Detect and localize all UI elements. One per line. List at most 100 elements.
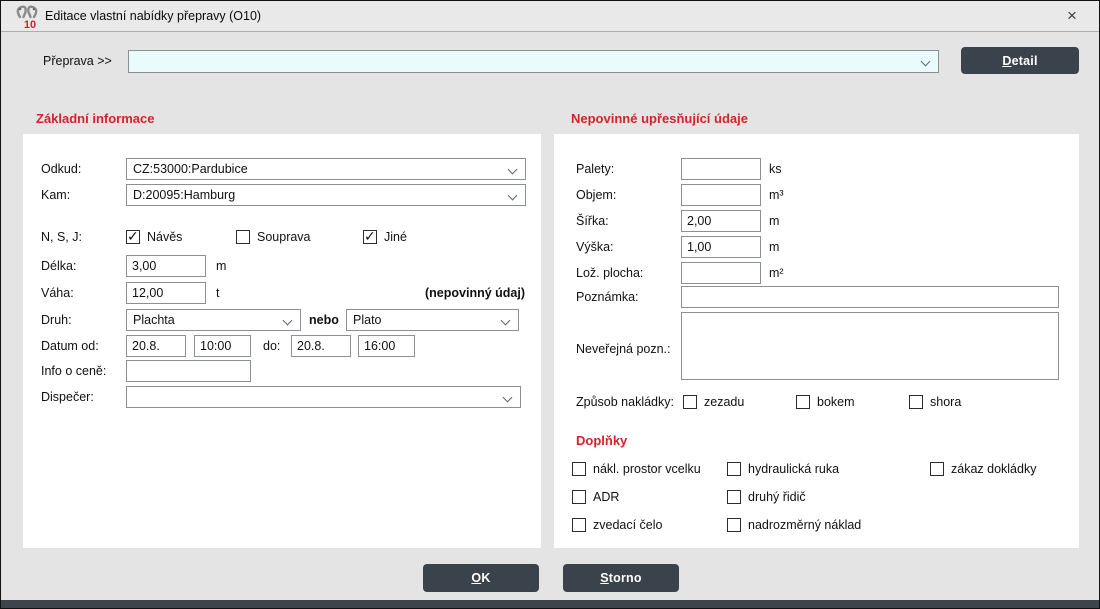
checkbox-icon[interactable]	[572, 462, 586, 476]
chevron-down-icon	[503, 393, 513, 403]
checkbox-nakl-prostor-vcelku[interactable]: nákl. prostor vcelku	[572, 460, 701, 478]
checkbox-label: Jiné	[384, 230, 407, 244]
basic-section-header: Základní informace	[36, 111, 154, 126]
basic-panel: Odkud: CZ:53000:Pardubice Kam: D:20095:H…	[23, 134, 541, 548]
checkbox-icon[interactable]	[727, 462, 741, 476]
datum-from-time-input[interactable]	[194, 335, 251, 357]
checkbox-adr[interactable]: ADR	[572, 488, 619, 506]
checkbox-label: nákl. prostor vcelku	[593, 462, 701, 476]
sirka-label: Šířka:	[576, 210, 609, 232]
datum-to-time-input[interactable]	[358, 335, 415, 357]
druh-or-label: nebo	[309, 309, 339, 331]
checkbox-label: zezadu	[704, 395, 744, 409]
checkbox-label: zákaz dokládky	[951, 462, 1036, 476]
checkbox-nadrozmerny-naklad[interactable]: nadrozměrný náklad	[727, 516, 861, 534]
datum-to-date-input[interactable]	[291, 335, 351, 357]
kam-value: D:20095:Hamburg	[133, 188, 235, 202]
nsj-label: N, S, J:	[41, 228, 82, 246]
chevron-down-icon	[501, 316, 511, 326]
cena-label: Info o ceně:	[41, 360, 106, 382]
neverejna-textarea[interactable]	[681, 312, 1059, 380]
chevron-down-icon	[283, 316, 293, 326]
checkbox-icon[interactable]	[126, 230, 140, 244]
poznamka-input[interactable]	[681, 286, 1059, 308]
checkbox-zezadu[interactable]: zezadu	[683, 393, 744, 411]
sirka-input[interactable]	[681, 210, 761, 232]
loz-plocha-unit: m²	[769, 262, 784, 284]
cena-input[interactable]	[126, 360, 251, 382]
bottom-bar	[1, 600, 1099, 608]
checkbox-shora[interactable]: shora	[909, 393, 961, 411]
checkbox-icon[interactable]	[572, 490, 586, 504]
checkbox-icon[interactable]	[727, 518, 741, 532]
dispecer-combobox[interactable]	[126, 386, 521, 408]
checkbox-label: ADR	[593, 490, 619, 504]
vyska-input[interactable]	[681, 236, 761, 258]
app-logo-icon: 10	[13, 4, 41, 30]
checkbox-souprava[interactable]: Souprava	[236, 228, 311, 246]
delka-unit: m	[216, 255, 226, 277]
odkud-combobox[interactable]: CZ:53000:Pardubice	[126, 158, 526, 180]
checkbox-label: Návěs	[147, 230, 182, 244]
checkbox-icon[interactable]	[572, 518, 586, 532]
close-icon: ×	[1067, 6, 1077, 26]
title-bar: 10 Editace vlastní nabídky přepravy (O10…	[1, 1, 1099, 32]
storno-button[interactable]: Storno	[563, 564, 679, 592]
checkbox-zakaz-dokladky[interactable]: zákaz dokládky	[930, 460, 1036, 478]
checkbox-icon[interactable]	[236, 230, 250, 244]
delka-input[interactable]	[126, 255, 206, 277]
kam-label: Kam:	[41, 184, 70, 206]
checkbox-icon[interactable]	[683, 395, 697, 409]
svg-text:10: 10	[24, 19, 36, 30]
checkbox-label: hydraulická ruka	[748, 462, 839, 476]
chevron-down-icon	[921, 57, 931, 67]
druh-combobox-2[interactable]: Plato	[346, 309, 519, 331]
odkud-value: CZ:53000:Pardubice	[133, 162, 248, 176]
datum-from-date-input[interactable]	[126, 335, 186, 357]
checkbox-icon[interactable]	[727, 490, 741, 504]
druh-value-2: Plato	[353, 313, 382, 327]
checkbox-jine[interactable]: Jiné	[363, 228, 407, 246]
vyska-unit: m	[769, 236, 779, 258]
checkbox-icon[interactable]	[363, 230, 377, 244]
checkbox-naves[interactable]: Návěs	[126, 228, 182, 246]
ok-button[interactable]: OK	[423, 564, 539, 592]
checkbox-bokem[interactable]: bokem	[796, 393, 855, 411]
dialog-window: 10 Editace vlastní nabídky přepravy (O10…	[0, 0, 1100, 609]
nakladka-label: Způsob nakládky:	[576, 393, 674, 411]
neverejna-label: Neveřejná pozn.:	[576, 338, 671, 360]
delka-label: Délka:	[41, 255, 76, 277]
palety-input[interactable]	[681, 158, 761, 180]
objem-input[interactable]	[681, 184, 761, 206]
checkbox-zvedaci-celo[interactable]: zvedací čelo	[572, 516, 662, 534]
window-title: Editace vlastní nabídky přepravy (O10)	[45, 1, 261, 32]
vyska-label: Výška:	[576, 236, 614, 258]
poznamka-label: Poznámka:	[576, 286, 639, 308]
vaha-unit: t	[216, 282, 219, 304]
checkbox-icon[interactable]	[909, 395, 923, 409]
doplnky-header: Doplňky	[576, 433, 627, 448]
kam-combobox[interactable]: D:20095:Hamburg	[126, 184, 526, 206]
checkbox-icon[interactable]	[796, 395, 810, 409]
loz-plocha-label: Lož. plocha:	[576, 262, 643, 284]
transport-combobox[interactable]	[128, 50, 939, 73]
dispecer-label: Dispečer:	[41, 386, 94, 408]
objem-unit: m³	[769, 184, 784, 206]
checkbox-hydraulicka-ruka[interactable]: hydraulická ruka	[727, 460, 839, 478]
vaha-label: Váha:	[41, 282, 74, 304]
datum-do-label: do:	[263, 335, 280, 357]
checkbox-label: shora	[930, 395, 961, 409]
checkbox-label: zvedací čelo	[593, 518, 662, 532]
druh-label: Druh:	[41, 309, 72, 331]
sirka-unit: m	[769, 210, 779, 232]
loz-plocha-input[interactable]	[681, 262, 761, 284]
close-button[interactable]: ×	[1055, 1, 1089, 31]
checkbox-druhy-ridic[interactable]: druhý řidič	[727, 488, 806, 506]
detail-button[interactable]: Detail	[961, 47, 1079, 74]
druh-value-1: Plachta	[133, 313, 175, 327]
druh-combobox-1[interactable]: Plachta	[126, 309, 301, 331]
vaha-input[interactable]	[126, 282, 206, 304]
checkbox-icon[interactable]	[930, 462, 944, 476]
optional-field-note: (nepovinný údaj)	[425, 282, 525, 304]
objem-label: Objem:	[576, 184, 616, 206]
